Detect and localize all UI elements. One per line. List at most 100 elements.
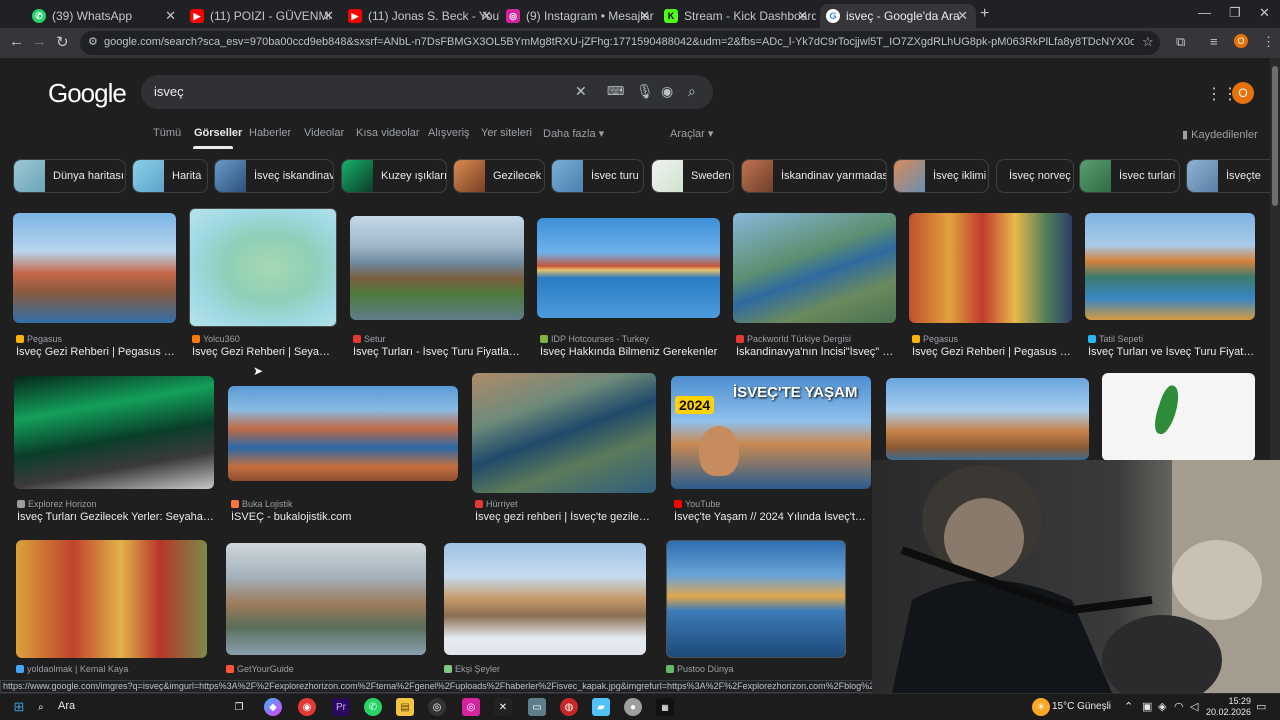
media-icon[interactable]: ≡	[1210, 34, 1218, 49]
saved-button[interactable]: ▮ Kaydedilenler	[1182, 128, 1258, 141]
menu-icon[interactable]: ⋮	[1262, 34, 1275, 50]
close-icon[interactable]: ✕	[957, 8, 968, 24]
clear-icon[interactable]: ✕	[575, 83, 587, 100]
result-image[interactable]: 2024 İSVEÇ'TE YAŞAM	[671, 376, 871, 489]
result-image[interactable]	[1085, 213, 1255, 320]
close-icon[interactable]: ✕	[481, 8, 492, 24]
back-icon[interactable]: ←	[9, 33, 24, 50]
tools-button[interactable]: Araçlar ▾	[670, 127, 713, 140]
file-explorer-icon[interactable]: ▤	[396, 698, 414, 716]
google-logo[interactable]: Google	[48, 78, 127, 109]
result-image[interactable]	[733, 213, 896, 323]
result-title[interactable]: İsveç Turları Gezilecek Yerler: Seyahat …	[17, 511, 215, 523]
system-clock[interactable]: 15:29 20.02.2026	[1206, 696, 1251, 718]
minimize-icon[interactable]: —	[1198, 5, 1211, 20]
search-box[interactable]: isveç ✕ ⌨ 🎙 ◉ ⌕	[141, 75, 713, 109]
image-result[interactable]: Pegasus İsveç Gezi Rehberi | Pegasus Hav…	[13, 213, 178, 358]
keyboard-icon[interactable]: ⌨	[607, 84, 624, 98]
image-result[interactable]: Tatil Sepeti İsveç Turları ve İsveç Turu…	[1085, 213, 1257, 358]
close-icon[interactable]: ✕	[323, 8, 334, 24]
result-image[interactable]	[909, 213, 1072, 323]
result-title[interactable]: İskandinavya'nın İncisi"İsveç" | Pa...	[736, 346, 896, 358]
result-title[interactable]: İsveç Turları ve İsveç Turu Fiyatları	[1088, 346, 1256, 358]
window-close-icon[interactable]: ✕	[1259, 5, 1270, 21]
chip-sweden[interactable]: Sweden	[651, 159, 734, 193]
forward-icon[interactable]: →	[32, 33, 47, 50]
tray-app-icon[interactable]: ◈	[1158, 700, 1166, 713]
tab-youtube-poizi[interactable]: ▶ (11) POIZI - GÜVENMEDİN (Offi ✕	[184, 4, 342, 28]
app-icon[interactable]: ◍	[560, 698, 578, 716]
result-image[interactable]	[189, 208, 337, 327]
chip-sweden-tour[interactable]: İsvec turu	[551, 159, 644, 193]
scrollbar-thumb[interactable]	[1272, 66, 1278, 206]
tab-google[interactable]: G isveç - Google'da Ara ✕	[820, 4, 976, 28]
search-input[interactable]: isveç	[154, 84, 184, 99]
image-result[interactable]: Yolcu360 İsveç Gezi Rehberi | Seyahat ..…	[189, 208, 339, 358]
bookmark-star-icon[interactable]: ☆	[1142, 34, 1154, 50]
result-title[interactable]: İSVEÇ - bukalojistik.com	[231, 511, 459, 523]
image-result[interactable]: Packworld Türkiye Dergisi İskandinavya'n…	[733, 213, 898, 358]
chip-northern-lights[interactable]: Kuzey ışıkları	[341, 159, 447, 193]
chip-scandinavian-peninsula[interactable]: İskandinav yarımadası	[741, 159, 887, 193]
result-title[interactable]: İsveç'te Yaşam // 2024 Yılında İsveç'te …	[674, 511, 870, 523]
image-result[interactable]: Pegasus İsveç Gezi Rehberi | Pegasus Hav…	[909, 213, 1074, 358]
image-result[interactable]: yoldaolmak | Kemal Kaya	[16, 540, 209, 680]
tab-more[interactable]: Daha fazla ▾	[543, 127, 604, 140]
task-view-icon[interactable]: ❐	[230, 698, 248, 716]
chip-sweden-norway[interactable]: İsveç norveç	[996, 159, 1074, 193]
result-image[interactable]	[666, 540, 846, 658]
tab-all[interactable]: Tümü	[153, 127, 181, 139]
image-result[interactable]: Buka Lojistik İSVEÇ - bukalojistik.com	[228, 386, 460, 523]
wifi-icon[interactable]: ◠	[1174, 700, 1184, 713]
result-image[interactable]	[886, 378, 1089, 460]
tray-overflow-icon[interactable]: ⌃	[1124, 700, 1133, 713]
new-tab-icon[interactable]: +	[980, 5, 989, 23]
copilot-icon[interactable]: ◆	[264, 698, 282, 716]
site-info-icon[interactable]: ⚙	[88, 35, 98, 48]
close-icon[interactable]: ✕	[165, 8, 176, 24]
tab-short-videos[interactable]: Kısa videolar	[356, 127, 420, 139]
chip-sweden-scandinavian[interactable]: İsveç iskandinav	[214, 159, 334, 193]
result-image[interactable]	[16, 540, 207, 658]
result-image[interactable]	[228, 386, 458, 481]
image-result[interactable]: Ekşi Şeyler	[444, 543, 648, 680]
result-title[interactable]: İsveç Gezi Rehberi | Pegasus Hav...	[912, 346, 1072, 358]
app-icon[interactable]: ●	[624, 698, 642, 716]
result-image[interactable]	[537, 218, 720, 318]
result-image[interactable]	[444, 543, 646, 655]
tab-videos[interactable]: Videolar	[304, 127, 344, 139]
network-icon[interactable]: ▣	[1142, 700, 1152, 713]
weather-text[interactable]: 15°C Güneşli	[1052, 701, 1111, 712]
image-result[interactable]: 2024 İSVEÇ'TE YAŞAM YouTube İsveç'te Yaş…	[671, 376, 873, 523]
tab-shopping[interactable]: Alışveriş	[428, 127, 470, 139]
chip-map[interactable]: Harita	[132, 159, 208, 193]
instagram-taskbar-icon[interactable]: ◎	[462, 698, 480, 716]
chip-sweden-climate[interactable]: İsveç iklimi	[893, 159, 989, 193]
windows-start-icon[interactable]: ⊞	[10, 698, 28, 716]
image-result[interactable]	[886, 378, 1091, 468]
account-avatar[interactable]: O	[1232, 82, 1254, 104]
search-icon[interactable]: ⌕	[688, 83, 696, 100]
result-image[interactable]	[1102, 373, 1255, 461]
result-title[interactable]: İsveç gezi rehberi | İsveç'te gezilecek …	[475, 511, 655, 523]
tab-whatsapp[interactable]: ✆ (39) WhatsApp ✕	[26, 4, 184, 28]
result-image[interactable]	[14, 376, 214, 489]
close-icon[interactable]: ✕	[639, 8, 650, 24]
app-icon[interactable]: ▰	[592, 698, 610, 716]
premiere-icon[interactable]: Pr	[332, 698, 350, 716]
image-result[interactable]: GetYourGuide	[226, 543, 428, 680]
taskbar-search-icon[interactable]: ⌕	[38, 698, 44, 716]
app-icon[interactable]: ▦	[656, 698, 674, 716]
result-title[interactable]: İsveç Turları - İsveç Turu Fiyatları 20.…	[353, 346, 523, 358]
chrome-icon[interactable]: ◉	[298, 698, 316, 716]
tab-news[interactable]: Haberler	[249, 127, 291, 139]
volume-icon[interactable]: ◁	[1190, 700, 1198, 713]
image-result[interactable]: Setur İsveç Turları - İsveç Turu Fiyatla…	[350, 216, 526, 358]
profile-avatar[interactable]: O	[1234, 34, 1248, 48]
image-result[interactable]	[1102, 373, 1257, 463]
obs-icon[interactable]: ◎	[428, 698, 446, 716]
image-result[interactable]: IDP Hotcourses - Turkey İsveç Hakkında B…	[537, 218, 722, 358]
tab-sites[interactable]: Yer siteleri	[481, 127, 532, 139]
lens-icon[interactable]: ◉	[661, 83, 673, 100]
chip-in-sweden[interactable]: İsveçte	[1186, 159, 1270, 193]
